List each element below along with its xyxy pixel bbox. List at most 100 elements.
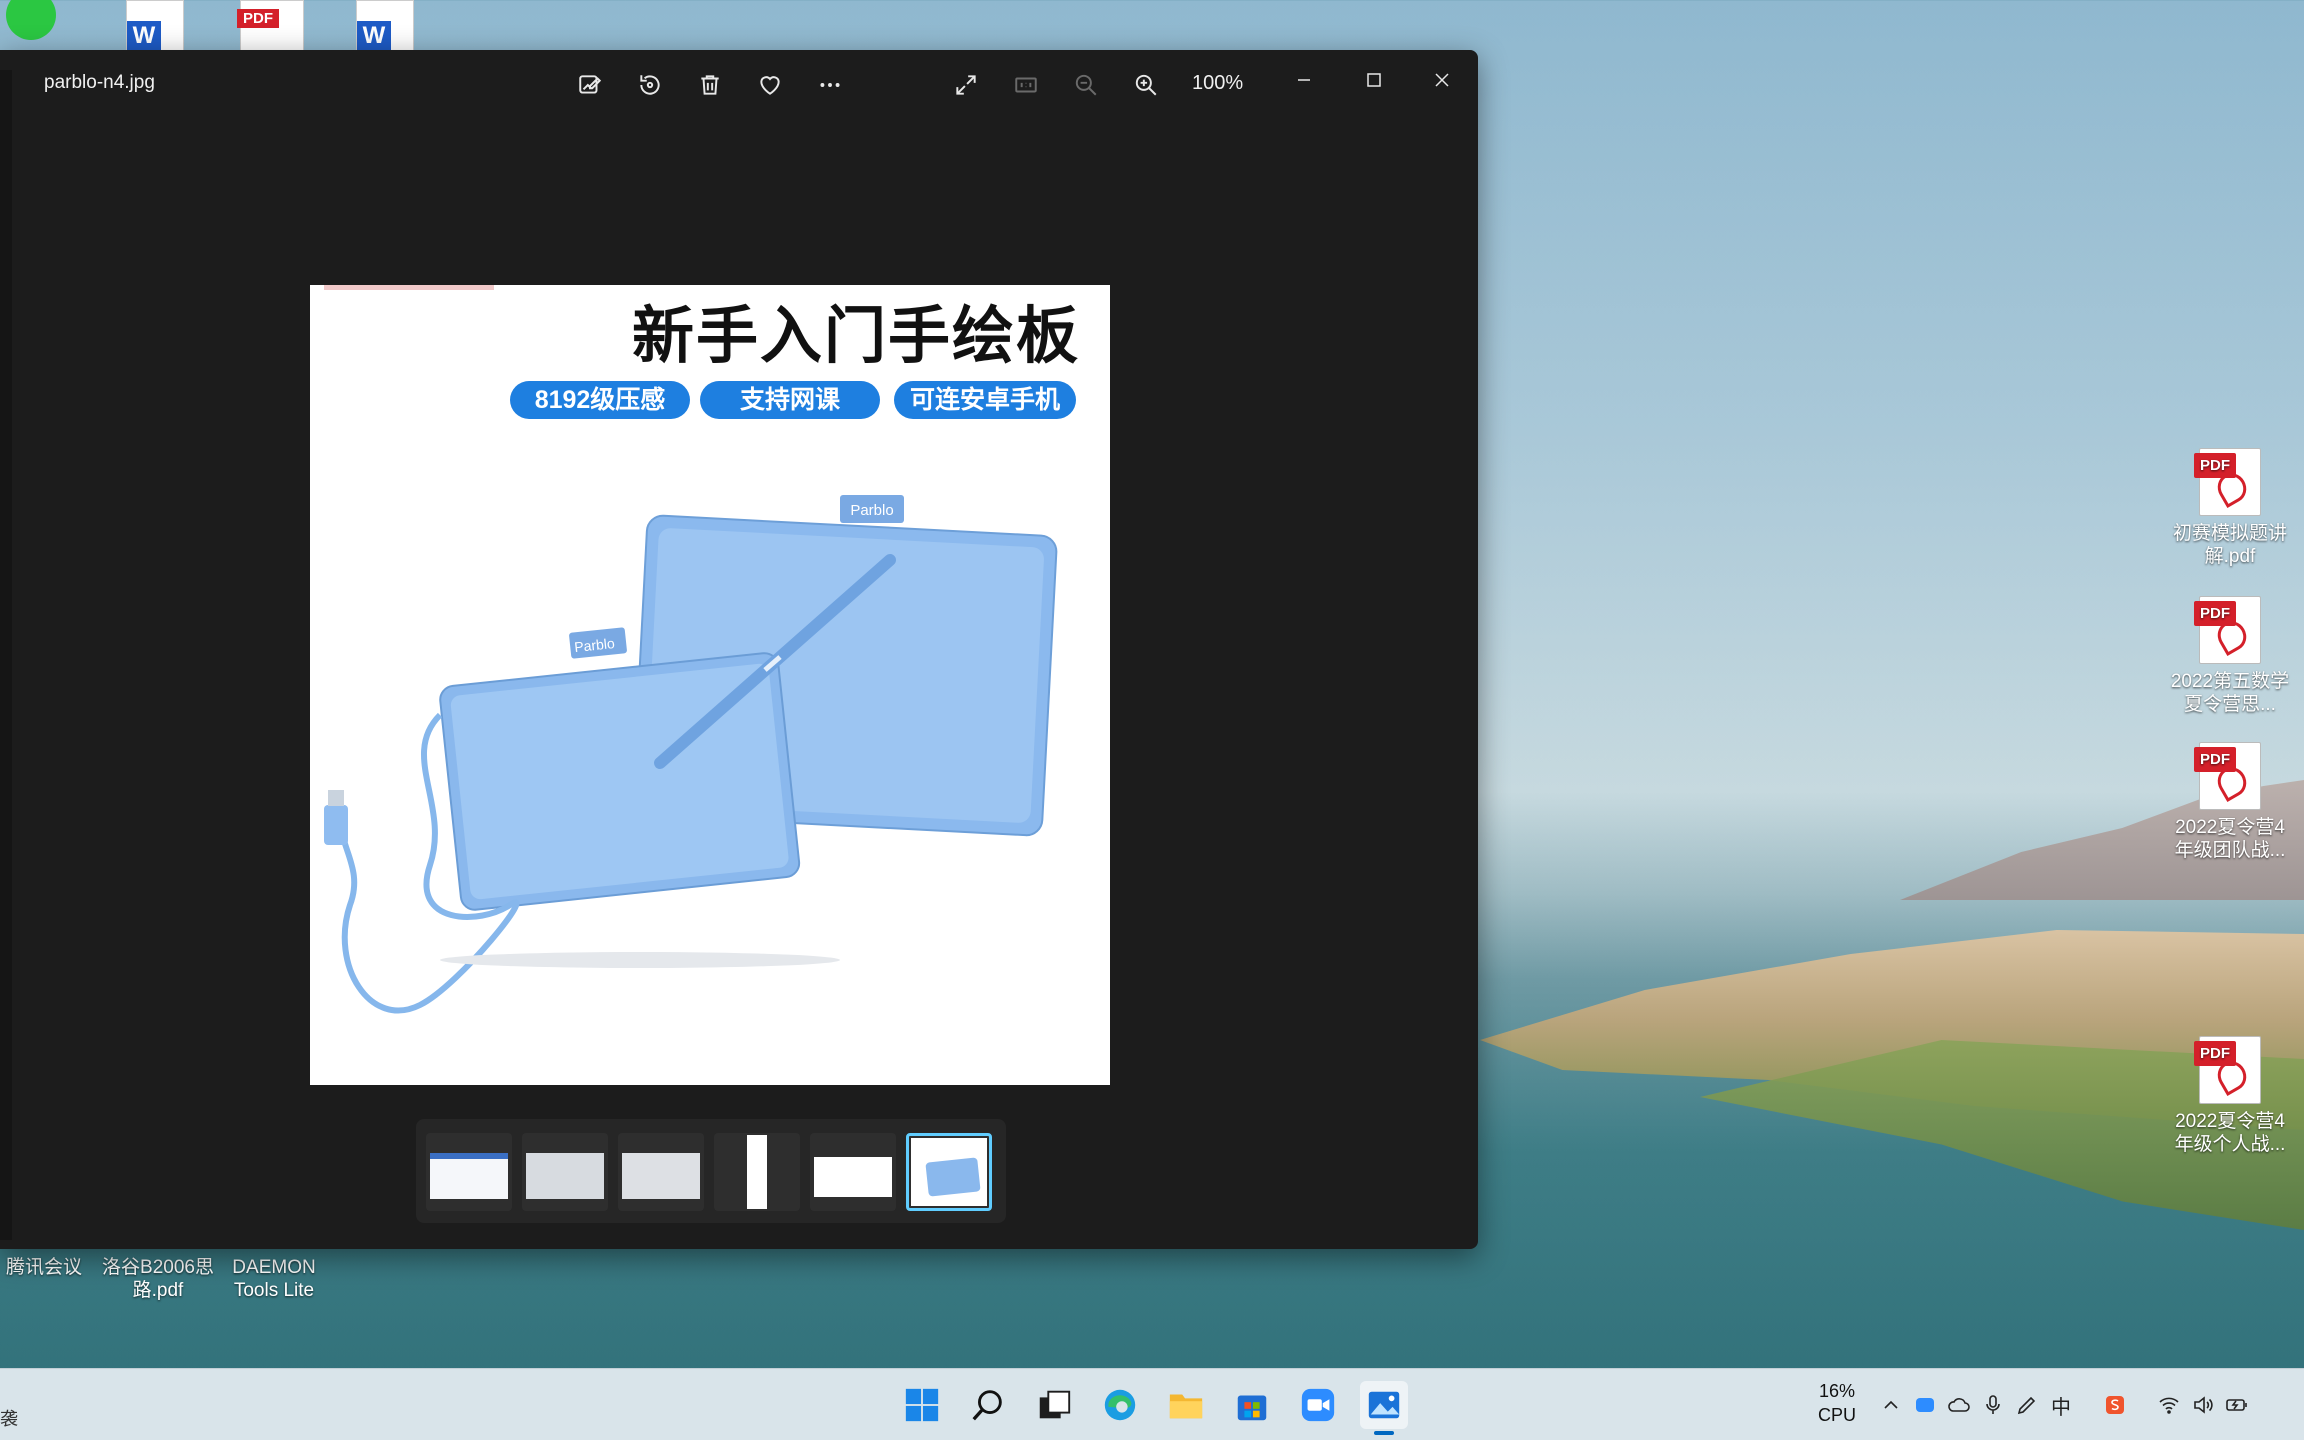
windows-start-icon bbox=[905, 1388, 939, 1422]
drawing-tablet-illustration: Parblo Parblo bbox=[324, 495, 1058, 1014]
desktop-icon-pdf-4[interactable]: PDF 2022夏令营4年级个人战... bbox=[2170, 1036, 2290, 1156]
desktop-icon-label: 2022夏令营4年级个人战... bbox=[2174, 1111, 2286, 1155]
battery-button[interactable] bbox=[2220, 1388, 2254, 1422]
cpu-meter[interactable]: 16% CPU bbox=[1818, 1379, 1856, 1427]
file-explorer-button[interactable] bbox=[1162, 1381, 1210, 1429]
filmstrip-thumbnail-selected[interactable] bbox=[906, 1133, 992, 1211]
minimize-icon bbox=[1298, 79, 1310, 81]
more-icon bbox=[820, 83, 840, 87]
active-app-indicator bbox=[1374, 1431, 1394, 1435]
zoom-in-icon bbox=[1135, 74, 1157, 96]
edge-browser-button[interactable] bbox=[1096, 1381, 1144, 1429]
wechat-icon[interactable] bbox=[6, 0, 56, 40]
microphone-button[interactable] bbox=[1976, 1388, 2010, 1422]
edit-image-icon bbox=[579, 75, 602, 94]
desktop-icon-pdf-2[interactable]: PDF 2022第五数学夏令营思... bbox=[2170, 596, 2290, 716]
edit-image-button[interactable] bbox=[570, 65, 610, 105]
folder-icon bbox=[1169, 1394, 1203, 1419]
zoom-level[interactable]: 100% bbox=[1192, 72, 1243, 95]
start-button[interactable] bbox=[898, 1381, 946, 1429]
cpu-percent: 16% bbox=[1818, 1381, 1856, 1401]
delete-icon bbox=[701, 75, 719, 95]
search-icon bbox=[972, 1390, 1002, 1421]
tray-meeting-button[interactable] bbox=[1908, 1388, 1942, 1422]
pen-icon bbox=[2017, 1396, 2036, 1415]
pen-button[interactable] bbox=[2010, 1388, 2044, 1422]
task-view-icon bbox=[1039, 1390, 1071, 1419]
taskbar-left-text: 袭 bbox=[0, 1409, 18, 1429]
pdf-file-icon[interactable]: PDF bbox=[237, 0, 304, 52]
volume-icon bbox=[2194, 1396, 2213, 1414]
desktop-icon-label: 初赛模拟题讲解.pdf bbox=[2172, 523, 2287, 567]
actual-size-icon bbox=[1015, 77, 1037, 93]
fullscreen-button[interactable] bbox=[946, 65, 986, 105]
desktop-icon-label: 2022夏令营4年级团队战... bbox=[2174, 817, 2286, 861]
delete-button[interactable] bbox=[690, 65, 730, 105]
input-method-button[interactable]: 中 bbox=[2044, 1388, 2078, 1422]
desktop-icon-tencent-meeting[interactable]: 腾讯会议 bbox=[0, 1256, 104, 1279]
microsoft-store-button[interactable] bbox=[1228, 1381, 1276, 1429]
zoom-out-icon bbox=[1075, 74, 1097, 96]
desktop-icon-luogu-pdf[interactable]: 洛谷B2006思路.pdf bbox=[98, 1256, 218, 1302]
task-view-button[interactable] bbox=[1030, 1381, 1078, 1429]
zoom-app-button[interactable] bbox=[1294, 1381, 1342, 1429]
close-icon bbox=[1435, 73, 1449, 87]
filmstrip-thumbnail[interactable] bbox=[426, 1133, 512, 1211]
actual-size-button[interactable] bbox=[1006, 65, 1046, 105]
wifi-button[interactable] bbox=[2152, 1388, 2186, 1422]
desktop-icon-pdf-1[interactable]: PDF 初赛模拟题讲解.pdf bbox=[2170, 448, 2290, 568]
system-tray[interactable]: 中 bbox=[1874, 1369, 2254, 1440]
pdf-file-icon: PDF bbox=[2194, 742, 2261, 810]
desktop-icon-label: 洛谷B2006思路.pdf bbox=[102, 1257, 214, 1301]
desktop-icon-daemon-tools[interactable]: DAEMON Tools Lite bbox=[214, 1256, 334, 1302]
favorite-button[interactable] bbox=[750, 65, 790, 105]
sogou-input-button[interactable] bbox=[2098, 1388, 2132, 1422]
volume-button[interactable] bbox=[2186, 1388, 2220, 1422]
store-icon bbox=[1237, 1395, 1267, 1421]
rotate-button[interactable] bbox=[630, 65, 670, 105]
sogou-icon bbox=[2106, 1396, 2124, 1414]
show-hidden-icons-button[interactable] bbox=[1874, 1388, 1908, 1422]
wifi-icon bbox=[2159, 1397, 2179, 1414]
heart-icon bbox=[760, 76, 780, 95]
filmstrip-thumbnail[interactable] bbox=[810, 1133, 896, 1211]
taskbar[interactable]: 袭 16% CPU 中 bbox=[0, 1368, 2304, 1440]
battery-charging-icon bbox=[2226, 1399, 2247, 1411]
desktop-icon-pdf-3[interactable]: PDF 2022夏令营4年级团队战... bbox=[2170, 742, 2290, 862]
edge-icon bbox=[1104, 1389, 1136, 1421]
maximize-icon bbox=[1367, 73, 1381, 87]
close-button[interactable] bbox=[1412, 60, 1472, 100]
onedrive-button[interactable] bbox=[1942, 1388, 1976, 1422]
pdf-file-icon: PDF bbox=[2194, 1036, 2261, 1104]
filmstrip-thumbnail[interactable] bbox=[522, 1133, 608, 1211]
chevron-up-icon bbox=[1884, 1400, 1898, 1409]
desktop-icon-label: 腾讯会议 bbox=[5, 1257, 82, 1278]
video-meeting-icon bbox=[1301, 1388, 1335, 1422]
pdf-file-icon: PDF bbox=[2194, 596, 2261, 664]
photos-app-button[interactable] bbox=[1360, 1381, 1408, 1429]
word-document-icon[interactable]: W bbox=[126, 0, 184, 52]
video-meeting-icon bbox=[1916, 1398, 1934, 1412]
title-bar[interactable]: parblo-n4.jpg 100% bbox=[0, 50, 1478, 120]
filmstrip-thumbnail[interactable] bbox=[714, 1133, 800, 1211]
photo-viewer-window[interactable]: parblo-n4.jpg 100% 新手入门手绘板 8192级压感 支持网课 … bbox=[0, 50, 1478, 1249]
cpu-label: CPU bbox=[1818, 1405, 1857, 1425]
more-options-button[interactable] bbox=[810, 65, 850, 105]
file-name: parblo-n4.jpg bbox=[44, 72, 155, 93]
desktop-icon-label: 2022第五数学夏令营思... bbox=[2170, 671, 2290, 715]
brand-label: Parblo bbox=[850, 502, 893, 519]
minimize-button[interactable] bbox=[1274, 60, 1334, 100]
maximize-button[interactable] bbox=[1344, 60, 1404, 100]
fullscreen-icon bbox=[956, 75, 976, 95]
displayed-photo[interactable]: 新手入门手绘板 8192级压感 支持网课 可连安卓手机 Parblo Parbl… bbox=[310, 285, 1110, 1085]
search-button[interactable] bbox=[964, 1381, 1012, 1429]
pdf-file-icon: PDF bbox=[2194, 448, 2261, 516]
rotate-icon bbox=[640, 75, 660, 95]
zoom-in-button[interactable] bbox=[1126, 65, 1166, 105]
zoom-out-button[interactable] bbox=[1066, 65, 1106, 105]
desktop-icon-label: DAEMON Tools Lite bbox=[232, 1257, 316, 1301]
word-document-icon[interactable]: W bbox=[356, 0, 414, 52]
microphone-icon bbox=[1986, 1395, 2000, 1414]
filmstrip[interactable] bbox=[416, 1119, 1006, 1223]
filmstrip-thumbnail[interactable] bbox=[618, 1133, 704, 1211]
